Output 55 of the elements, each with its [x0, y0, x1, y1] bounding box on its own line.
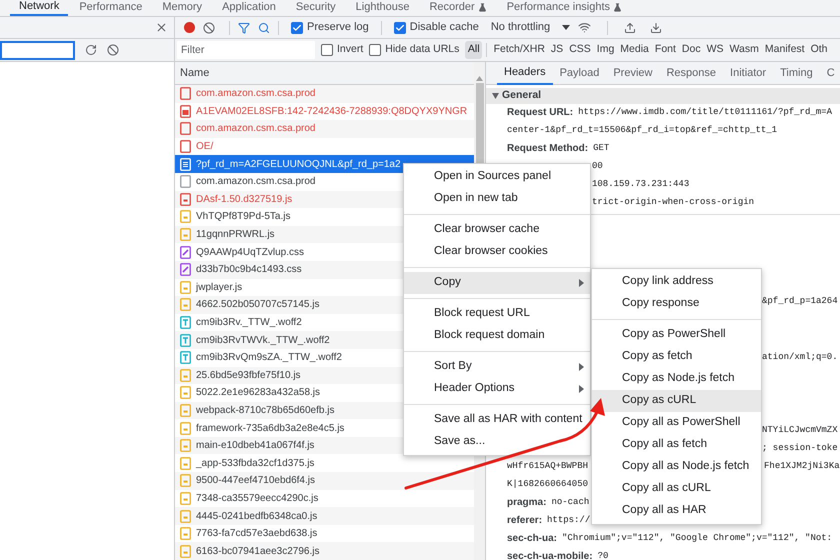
file-name: com.amazon.csm.csa.prod	[196, 175, 316, 190]
file-name: 9500-447eef4710ebd6f4.js	[196, 474, 315, 488]
file-name: OE/	[196, 140, 214, 154]
file-name: Q9AAWp4UqTZvlup.css	[196, 246, 304, 260]
file-name: 25.6bd5e93fbfe75f10.js	[196, 368, 301, 383]
file-name: webpack-8710c78b65d60efb.js	[196, 404, 334, 418]
header-value: 108.159.73.231:443	[592, 178, 690, 191]
checkbox-label: Disable cache	[410, 20, 479, 36]
header-value: center-1&pf_rd_t=15506&pf_rd_i=top&ref_=chttp_tt_1	[507, 124, 778, 137]
checkbox-label: Preserve log	[307, 20, 369, 36]
file-name: A1EVAM02EL8SFB:142-7242436-7288939:Q8DQYX9YNGR	[196, 104, 468, 119]
file-name: jwplayer.js	[196, 280, 242, 295]
header-value: 00	[592, 160, 603, 173]
header-name: referer:	[507, 514, 542, 528]
header-name: Request Method:	[507, 142, 588, 156]
header-value: https://	[547, 514, 590, 527]
file-name: 11gqnnPRWRL.js	[196, 228, 275, 242]
header-value: &pf_rd_p=1a264	[762, 295, 838, 308]
file-name: 4445-0241bedfb6348ca0.js	[196, 510, 318, 524]
file-name: 5022.2e1e96283a432a58.js	[196, 386, 320, 400]
header-value: ; session-toke	[762, 442, 838, 455]
file-name: com.amazon.csm.csa.prod	[196, 122, 316, 136]
file-name: cm9ib3Rv._TTW_.woff2	[196, 316, 302, 330]
header-value: no-cach	[551, 496, 590, 509]
file-name: 7763-fa7cd57e3aebd638.js	[196, 527, 318, 542]
checkbox-label: Invert	[337, 42, 364, 58]
file-name: DAsf-1.50.d327519.js	[196, 192, 292, 207]
header-value: https://www.imdb.com/title/tt0111161/?pf_rd_m=A	[578, 106, 832, 119]
header-name: sec-ch-ua:	[507, 532, 558, 546]
header-name: Request URL:	[507, 106, 574, 120]
checkbox-label: Hide data URLs	[385, 42, 460, 58]
file-name: ?pf_rd_m=A2FGELUUNOQJNL&pf_rd_p=1a2	[196, 158, 401, 172]
file-name: cm9ib3RvQm9sZA._TTW_.woff2	[196, 351, 342, 366]
file-name: main-e10dbeb41a067f4f.js	[196, 439, 314, 454]
column-header: Name	[175, 62, 474, 85]
file-name: 4662.502b050707c57145.js	[196, 298, 320, 312]
header-value: wHfr615AQ+BWPBH	[507, 460, 588, 473]
header-value: NTYiLCJwcmVmZX	[762, 424, 838, 437]
header-value: ?0	[598, 550, 608, 560]
file-name: 6163-bc07941aee3c2796.js	[196, 544, 320, 559]
header-name: sec-ch-ua-mobile:	[507, 550, 593, 560]
file-name: _app-533fbda32cf1d375.js	[196, 456, 314, 471]
header-value: "Chromium";v="112", "Google Chrome";v="112", "Not:	[562, 532, 832, 545]
header-value: GET	[593, 142, 610, 155]
header-value: Fhe1XJM2jNi3Ka	[764, 460, 840, 473]
file-name: d33b7b0c9b4c1493.css	[196, 263, 302, 278]
file-name: 7348-ca35579eecc4290c.js	[196, 492, 318, 506]
file-name: cm9ib3RvTWVk._TTW_.woff2	[196, 334, 330, 348]
file-name: framework-735a6db3a2e8e4c5.js	[196, 422, 344, 436]
file-name: VhTQPf8T9Pd-5Ta.js	[196, 210, 290, 224]
file-name: com.amazon.csm.csa.prod	[196, 87, 316, 102]
header-value: K|1682660664050	[507, 478, 588, 491]
header-name: pragma:	[507, 496, 546, 510]
header-value: trict-origin-when-cross-origin	[592, 196, 754, 209]
header-value: ation/xml;q=0.	[762, 351, 838, 364]
